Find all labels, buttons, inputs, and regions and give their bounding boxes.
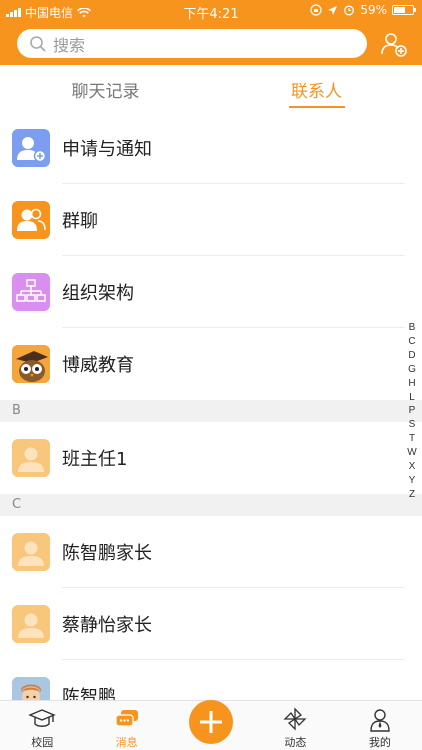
index-letter[interactable]: L xyxy=(409,391,415,405)
status-right: 59% xyxy=(310,3,416,17)
tab-feed[interactable]: 动态 xyxy=(253,701,337,750)
tab-chat-history[interactable]: 聊天记录 xyxy=(0,65,211,112)
index-letter[interactable]: P xyxy=(409,404,416,418)
alphabet-index[interactable]: B C D G H L P S T W X Y Z xyxy=(406,321,418,502)
location-icon xyxy=(328,5,338,15)
contact-name: 陈智鹏 xyxy=(62,687,116,700)
tab-label: 动态 xyxy=(284,736,307,749)
photo-avatar-icon xyxy=(12,677,50,700)
search-icon xyxy=(30,35,46,52)
list-item-applications[interactable]: 申请与通知 xyxy=(0,112,422,184)
contact-row[interactable]: 蔡静怡家长 xyxy=(0,588,422,660)
list-item-label: 组织架构 xyxy=(62,283,134,304)
add-user-icon xyxy=(12,129,50,167)
index-letter[interactable]: S xyxy=(409,418,416,432)
tab-campus[interactable]: 校园 xyxy=(0,701,84,750)
index-letter[interactable]: G xyxy=(408,363,416,377)
tab-label: 消息 xyxy=(115,736,138,749)
tab-label: 聊天记录 xyxy=(71,82,140,102)
search-placeholder: 搜索 xyxy=(53,35,86,55)
default-avatar-icon xyxy=(12,439,50,477)
group-icon xyxy=(12,201,50,239)
top-bar: 中国电信 下午4:21 59% 搜索 xyxy=(0,0,422,65)
index-letter[interactable]: Y xyxy=(409,474,416,488)
brand-owl-icon xyxy=(12,345,50,383)
pinwheel-icon xyxy=(283,707,307,731)
section-header-b: B xyxy=(0,400,422,422)
index-letter[interactable]: W xyxy=(407,446,416,460)
battery-percent: 59% xyxy=(360,3,387,17)
search-input[interactable]: 搜索 xyxy=(17,29,367,58)
index-letter[interactable]: H xyxy=(408,377,415,391)
contact-name: 陈智鹏家长 xyxy=(62,543,152,564)
alarm-icon xyxy=(344,5,355,16)
default-avatar-icon xyxy=(12,533,50,571)
contact-list[interactable]: 申请与通知 群聊 组织架构 博威教育 B 班主任1 C 陈智鹏家长 蔡静怡家长 … xyxy=(0,112,422,700)
battery-fill xyxy=(394,7,405,13)
index-letter[interactable]: X xyxy=(409,460,416,474)
tab-bar-top: 聊天记录 联系人 xyxy=(0,65,422,112)
list-item-label: 博威教育 xyxy=(62,355,134,376)
plus-icon[interactable] xyxy=(189,700,234,744)
tab-contacts[interactable]: 联系人 xyxy=(211,65,422,112)
default-avatar-icon xyxy=(12,605,50,643)
list-item-bowei-education[interactable]: 博威教育 xyxy=(0,328,422,400)
contact-name: 班主任1 xyxy=(62,449,128,470)
person-icon xyxy=(370,709,390,732)
lock-rotation-icon xyxy=(310,4,322,16)
status-bar: 中国电信 下午4:21 59% xyxy=(0,0,422,22)
active-tab-indicator xyxy=(288,106,345,108)
tab-label: 校园 xyxy=(31,736,54,749)
graduation-cap-icon xyxy=(28,709,57,727)
index-letter[interactable]: B xyxy=(409,321,416,335)
tab-profile[interactable]: 我的 xyxy=(338,701,422,750)
battery-icon xyxy=(392,5,416,15)
index-letter[interactable]: T xyxy=(409,432,415,446)
list-item-org-structure[interactable]: 组织架构 xyxy=(0,256,422,328)
contact-row[interactable]: 班主任1 xyxy=(0,422,422,494)
section-header-c: C xyxy=(0,494,422,516)
org-chart-icon xyxy=(12,273,50,311)
list-item-label: 群聊 xyxy=(62,211,98,232)
tab-label: 我的 xyxy=(368,736,391,749)
contact-row[interactable]: 陈智鹏家长 xyxy=(0,516,422,588)
contact-row[interactable]: 陈智鹏 xyxy=(0,660,422,700)
tab-add[interactable] xyxy=(169,700,253,750)
list-item-label: 申请与通知 xyxy=(62,139,152,160)
contact-name: 蔡静怡家长 xyxy=(62,615,152,636)
list-item-group-chat[interactable]: 群聊 xyxy=(0,184,422,256)
index-letter[interactable]: D xyxy=(408,349,415,363)
tab-label: 联系人 xyxy=(291,82,342,102)
add-contact-icon[interactable] xyxy=(380,30,408,58)
index-letter[interactable]: C xyxy=(408,335,415,349)
chat-bubbles-icon xyxy=(115,710,138,727)
index-letter[interactable]: Z xyxy=(409,488,415,502)
tab-messages[interactable]: 消息 xyxy=(84,701,168,750)
bottom-tab-bar: 校园 消息 动态 我的 xyxy=(0,700,422,750)
